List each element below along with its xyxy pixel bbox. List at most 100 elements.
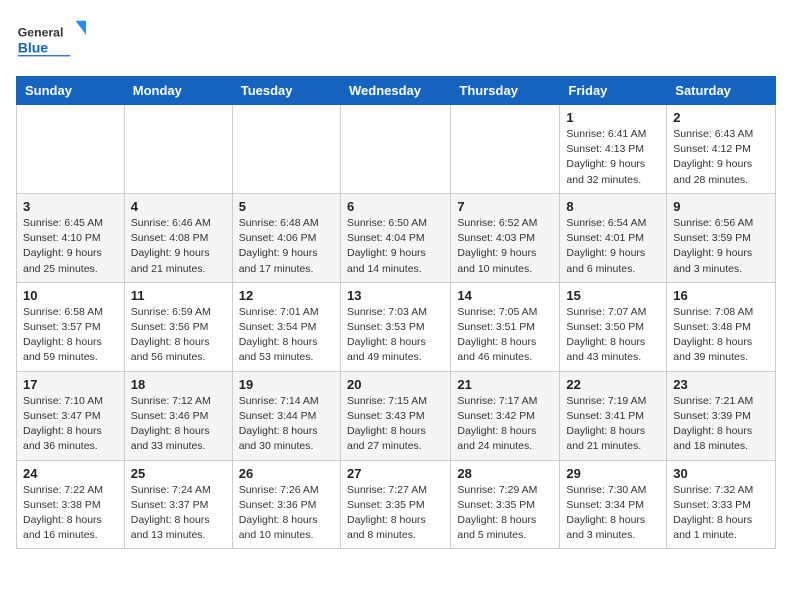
calendar-week-3: 10 Sunrise: 6:58 AMSunset: 3:57 PMDayligh… bbox=[17, 282, 776, 371]
calendar-cell: 21 Sunrise: 7:17 AMSunset: 3:42 PMDayligh… bbox=[451, 371, 560, 460]
day-info: Sunrise: 7:27 AMSunset: 3:35 PMDaylight:… bbox=[347, 483, 444, 544]
col-header-sunday: Sunday bbox=[17, 77, 125, 105]
calendar-header-row: SundayMondayTuesdayWednesdayThursdayFrid… bbox=[17, 77, 776, 105]
day-number: 16 bbox=[673, 288, 769, 303]
calendar-cell: 29Sunrise: 7:30 AMSunset: 3:34 PMDayligh… bbox=[560, 460, 667, 549]
calendar-cell: 20 Sunrise: 7:15 AMSunset: 3:43 PMDayligh… bbox=[340, 371, 450, 460]
day-number: 19 bbox=[239, 377, 334, 392]
day-number: 11 bbox=[131, 288, 226, 303]
col-header-thursday: Thursday bbox=[451, 77, 560, 105]
calendar-cell: 30 Sunrise: 7:32 AMSunset: 3:33 PMDayligh… bbox=[667, 460, 776, 549]
day-number: 8 bbox=[566, 199, 660, 214]
day-number: 10 bbox=[23, 288, 118, 303]
calendar-cell: 10 Sunrise: 6:58 AMSunset: 3:57 PMDayligh… bbox=[17, 282, 125, 371]
calendar-cell bbox=[340, 105, 450, 194]
day-number: 1 bbox=[566, 110, 660, 125]
col-header-tuesday: Tuesday bbox=[232, 77, 340, 105]
day-info: Sunrise: 7:17 AMSunset: 3:42 PMDaylight:… bbox=[457, 394, 553, 455]
day-number: 17 bbox=[23, 377, 118, 392]
calendar-cell: 23Sunrise: 7:21 AMSunset: 3:39 PMDayligh… bbox=[667, 371, 776, 460]
day-info: Sunrise: 6:50 AMSunset: 4:04 PMDaylight:… bbox=[347, 216, 444, 277]
calendar-cell: 27Sunrise: 7:27 AMSunset: 3:35 PMDayligh… bbox=[340, 460, 450, 549]
calendar-cell: 1 Sunrise: 6:41 AMSunset: 4:13 PMDaylight… bbox=[560, 105, 667, 194]
calendar-cell: 17 Sunrise: 7:10 AMSunset: 3:47 PMDayligh… bbox=[17, 371, 125, 460]
calendar-cell: 12 Sunrise: 7:01 AMSunset: 3:54 PMDayligh… bbox=[232, 282, 340, 371]
day-number: 3 bbox=[23, 199, 118, 214]
day-info: Sunrise: 7:22 AMSunset: 3:38 PMDaylight:… bbox=[23, 483, 118, 544]
svg-text:Blue: Blue bbox=[18, 39, 49, 55]
day-number: 18 bbox=[131, 377, 226, 392]
calendar-cell: 24 Sunrise: 7:22 AMSunset: 3:38 PMDayligh… bbox=[17, 460, 125, 549]
calendar-cell: 4 Sunrise: 6:46 AMSunset: 4:08 PMDaylight… bbox=[124, 193, 232, 282]
calendar-cell: 15 Sunrise: 7:07 AMSunset: 3:50 PMDayligh… bbox=[560, 282, 667, 371]
day-number: 2 bbox=[673, 110, 769, 125]
col-header-monday: Monday bbox=[124, 77, 232, 105]
calendar-cell bbox=[451, 105, 560, 194]
calendar-week-2: 3 Sunrise: 6:45 AMSunset: 4:10 PMDaylight… bbox=[17, 193, 776, 282]
day-info: Sunrise: 7:26 AMSunset: 3:36 PMDaylight:… bbox=[239, 483, 334, 544]
calendar-cell bbox=[232, 105, 340, 194]
calendar-cell: 7 Sunrise: 6:52 AMSunset: 4:03 PMDaylight… bbox=[451, 193, 560, 282]
day-info: Sunrise: 7:03 AMSunset: 3:53 PMDaylight:… bbox=[347, 305, 444, 366]
day-number: 29 bbox=[566, 466, 660, 481]
day-info: Sunrise: 6:54 AMSunset: 4:01 PMDaylight:… bbox=[566, 216, 660, 277]
calendar-cell: 2 Sunrise: 6:43 AMSunset: 4:12 PMDaylight… bbox=[667, 105, 776, 194]
day-info: Sunrise: 7:21 AMSunset: 3:39 PMDaylight:… bbox=[673, 394, 769, 455]
calendar-cell: 14 Sunrise: 7:05 AMSunset: 3:51 PMDayligh… bbox=[451, 282, 560, 371]
calendar-week-4: 17 Sunrise: 7:10 AMSunset: 3:47 PMDayligh… bbox=[17, 371, 776, 460]
day-info: Sunrise: 6:58 AMSunset: 3:57 PMDaylight:… bbox=[23, 305, 118, 366]
day-number: 25 bbox=[131, 466, 226, 481]
calendar-cell: 5 Sunrise: 6:48 AMSunset: 4:06 PMDaylight… bbox=[232, 193, 340, 282]
day-number: 20 bbox=[347, 377, 444, 392]
day-info: Sunrise: 7:19 AMSunset: 3:41 PMDaylight:… bbox=[566, 394, 660, 455]
day-number: 4 bbox=[131, 199, 226, 214]
calendar-cell: 28Sunrise: 7:29 AMSunset: 3:35 PMDayligh… bbox=[451, 460, 560, 549]
day-number: 6 bbox=[347, 199, 444, 214]
calendar-cell: 13 Sunrise: 7:03 AMSunset: 3:53 PMDayligh… bbox=[340, 282, 450, 371]
day-info: Sunrise: 7:24 AMSunset: 3:37 PMDaylight:… bbox=[131, 483, 226, 544]
day-info: Sunrise: 6:41 AMSunset: 4:13 PMDaylight:… bbox=[566, 127, 660, 188]
day-info: Sunrise: 7:14 AMSunset: 3:44 PMDaylight:… bbox=[239, 394, 334, 455]
day-info: Sunrise: 6:48 AMSunset: 4:06 PMDaylight:… bbox=[239, 216, 334, 277]
day-number: 28 bbox=[457, 466, 553, 481]
day-number: 24 bbox=[23, 466, 118, 481]
calendar-cell: 16Sunrise: 7:08 AMSunset: 3:48 PMDayligh… bbox=[667, 282, 776, 371]
col-header-saturday: Saturday bbox=[667, 77, 776, 105]
day-info: Sunrise: 7:07 AMSunset: 3:50 PMDaylight:… bbox=[566, 305, 660, 366]
day-info: Sunrise: 7:01 AMSunset: 3:54 PMDaylight:… bbox=[239, 305, 334, 366]
calendar-week-5: 24 Sunrise: 7:22 AMSunset: 3:38 PMDayligh… bbox=[17, 460, 776, 549]
calendar-table: SundayMondayTuesdayWednesdayThursdayFrid… bbox=[16, 76, 776, 549]
day-info: Sunrise: 6:59 AMSunset: 3:56 PMDaylight:… bbox=[131, 305, 226, 366]
day-number: 12 bbox=[239, 288, 334, 303]
day-info: Sunrise: 6:56 AMSunset: 3:59 PMDaylight:… bbox=[673, 216, 769, 277]
calendar-cell: 6 Sunrise: 6:50 AMSunset: 4:04 PMDaylight… bbox=[340, 193, 450, 282]
day-info: Sunrise: 6:46 AMSunset: 4:08 PMDaylight:… bbox=[131, 216, 226, 277]
day-info: Sunrise: 6:43 AMSunset: 4:12 PMDaylight:… bbox=[673, 127, 769, 188]
day-info: Sunrise: 7:10 AMSunset: 3:47 PMDaylight:… bbox=[23, 394, 118, 455]
day-number: 22 bbox=[566, 377, 660, 392]
col-header-wednesday: Wednesday bbox=[340, 77, 450, 105]
calendar-cell: 8 Sunrise: 6:54 AMSunset: 4:01 PMDaylight… bbox=[560, 193, 667, 282]
calendar-cell: 19 Sunrise: 7:14 AMSunset: 3:44 PMDayligh… bbox=[232, 371, 340, 460]
calendar-cell: 22 Sunrise: 7:19 AMSunset: 3:41 PMDayligh… bbox=[560, 371, 667, 460]
day-info: Sunrise: 6:52 AMSunset: 4:03 PMDaylight:… bbox=[457, 216, 553, 277]
day-number: 7 bbox=[457, 199, 553, 214]
header: General Blue bbox=[16, 16, 776, 64]
calendar-cell: 26Sunrise: 7:26 AMSunset: 3:36 PMDayligh… bbox=[232, 460, 340, 549]
day-number: 13 bbox=[347, 288, 444, 303]
day-number: 14 bbox=[457, 288, 553, 303]
calendar-cell: 18Sunrise: 7:12 AMSunset: 3:46 PMDayligh… bbox=[124, 371, 232, 460]
day-info: Sunrise: 7:05 AMSunset: 3:51 PMDaylight:… bbox=[457, 305, 553, 366]
calendar-cell: 11 Sunrise: 6:59 AMSunset: 3:56 PMDayligh… bbox=[124, 282, 232, 371]
day-number: 21 bbox=[457, 377, 553, 392]
svg-text:General: General bbox=[18, 26, 64, 40]
day-info: Sunrise: 6:45 AMSunset: 4:10 PMDaylight:… bbox=[23, 216, 118, 277]
day-number: 15 bbox=[566, 288, 660, 303]
day-info: Sunrise: 7:15 AMSunset: 3:43 PMDaylight:… bbox=[347, 394, 444, 455]
day-number: 30 bbox=[673, 466, 769, 481]
day-number: 5 bbox=[239, 199, 334, 214]
calendar-cell: 25 Sunrise: 7:24 AMSunset: 3:37 PMDayligh… bbox=[124, 460, 232, 549]
day-info: Sunrise: 7:32 AMSunset: 3:33 PMDaylight:… bbox=[673, 483, 769, 544]
calendar-cell bbox=[124, 105, 232, 194]
logo: General Blue bbox=[16, 16, 86, 64]
